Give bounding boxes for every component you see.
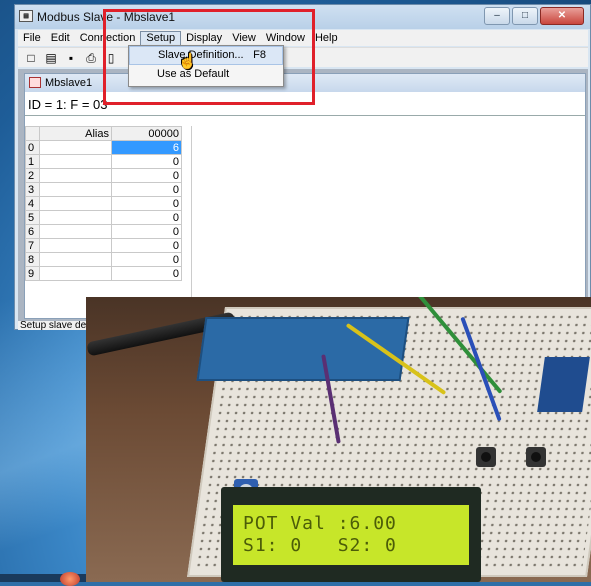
register-value-cell[interactable]: 6 [111,140,182,155]
register-table: Alias 00000 06102030405060708090 [25,126,182,281]
start-button[interactable] [60,572,80,586]
child-window-mbslave1[interactable]: Mbslave1 ID = 1: F = 03 Alias 00000 0610… [24,73,586,320]
register-value-cell[interactable]: 0 [111,182,182,197]
lcd-line-2: S1: 0 S2: 0 [243,535,397,556]
row-number: 1 [25,154,40,169]
row-number: 0 [25,140,40,155]
register-value-cell[interactable]: 0 [111,224,182,239]
hardware-photo: POT Val :6.00 S1: 0 S2: 0 [86,297,591,582]
table-row[interactable]: 10 [25,154,182,169]
alias-cell[interactable] [39,182,112,197]
desktop-wallpaper-streak [0,300,90,582]
child-window-icon [29,77,41,88]
rs485-module [537,357,590,412]
lcd-line-1: POT Val :6.00 [243,513,397,534]
table-row[interactable]: 20 [25,168,182,183]
alias-cell[interactable] [39,224,112,239]
row-number: 9 [25,266,40,281]
alias-cell[interactable] [39,210,112,225]
table-row[interactable]: 30 [25,182,182,197]
alias-cell[interactable] [39,154,112,169]
header-alias[interactable]: Alias [39,126,112,141]
register-value-cell[interactable]: 0 [111,266,182,281]
alias-cell[interactable] [39,252,112,267]
table-row[interactable]: 40 [25,196,182,211]
register-value-cell[interactable]: 0 [111,252,182,267]
open-folder-icon[interactable]: ▤ [42,50,60,66]
window-controls: – □ ✕ [484,7,584,25]
row-number: 3 [25,182,40,197]
header-corner [25,126,40,141]
alias-cell[interactable] [39,168,112,183]
app-icon[interactable]: ▦ [19,10,33,22]
grid-empty-area [191,126,582,320]
row-number: 6 [25,224,40,239]
push-button-1 [476,447,496,467]
alias-cell[interactable] [39,140,112,155]
alias-cell[interactable] [39,196,112,211]
child-window-title: Mbslave1 [45,77,93,89]
row-number: 7 [25,238,40,253]
register-grid: Alias 00000 06102030405060708090 [25,126,191,320]
menu-edit[interactable]: Edit [46,31,75,46]
table-row[interactable]: 06 [25,140,182,155]
table-row[interactable]: 60 [25,224,182,239]
row-number: 8 [25,252,40,267]
table-row[interactable]: 80 [25,252,182,267]
alias-cell[interactable] [39,238,112,253]
row-number: 2 [25,168,40,183]
print-icon[interactable]: ⎙ [82,50,100,66]
maximize-button[interactable]: □ [512,7,538,25]
menu-file[interactable]: File [18,31,46,46]
minimize-button[interactable]: – [484,7,510,25]
register-value-cell[interactable]: 0 [111,196,182,211]
table-header-row: Alias 00000 [25,126,182,141]
table-row[interactable]: 70 [25,238,182,253]
row-number: 5 [25,210,40,225]
register-value-cell[interactable]: 0 [111,154,182,169]
mdi-client-area: Mbslave1 ID = 1: F = 03 Alias 00000 0610… [18,69,588,321]
save-icon[interactable]: ▪ [62,50,80,66]
table-row[interactable]: 50 [25,210,182,225]
row-number: 4 [25,196,40,211]
alias-cell[interactable] [39,266,112,281]
close-button[interactable]: ✕ [540,7,584,25]
lcd-screen: POT Val :6.00 S1: 0 S2: 0 [233,505,469,565]
push-button-2 [526,447,546,467]
header-address[interactable]: 00000 [111,126,182,141]
red-annotation-box [103,9,315,105]
new-document-icon[interactable]: □ [22,50,40,66]
register-value-cell[interactable]: 0 [111,210,182,225]
register-table-body: 06102030405060708090 [25,140,182,281]
register-value-cell[interactable]: 0 [111,238,182,253]
register-value-cell[interactable]: 0 [111,168,182,183]
table-row[interactable]: 90 [25,266,182,281]
